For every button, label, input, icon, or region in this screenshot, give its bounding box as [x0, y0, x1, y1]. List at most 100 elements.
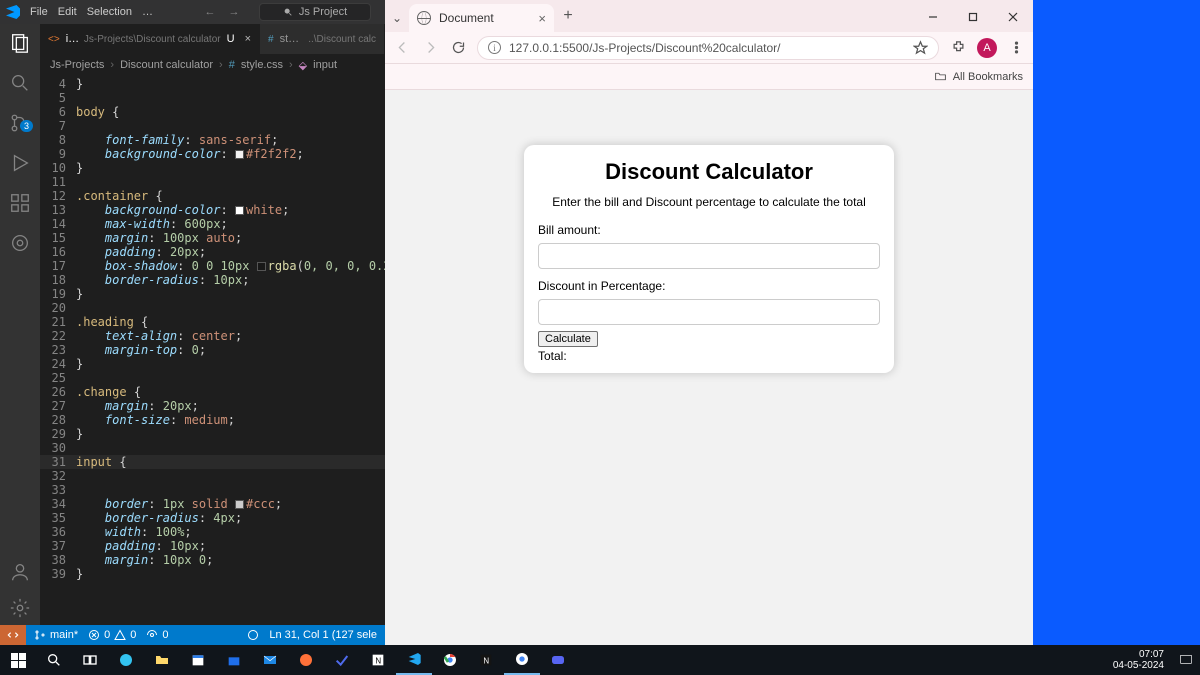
code-line[interactable]: 12.container { [40, 189, 385, 203]
status-branch[interactable]: main* [34, 629, 78, 641]
discord-icon[interactable] [540, 645, 576, 675]
code-line[interactable]: 5 [40, 91, 385, 105]
feedback-icon[interactable] [247, 629, 259, 641]
code-line[interactable]: 14 max-width: 600px; [40, 217, 385, 231]
live-server-icon[interactable] [9, 232, 31, 254]
code-line[interactable]: 29} [40, 427, 385, 441]
code-line[interactable]: 15 margin: 100px auto; [40, 231, 385, 245]
code-line[interactable]: 30 [40, 441, 385, 455]
desktop-background[interactable] [1033, 0, 1200, 645]
notifications-icon[interactable] [1176, 652, 1196, 668]
editor-tab[interactable]: #style.css..\Discount calc [260, 24, 385, 54]
explorer-icon[interactable] [9, 32, 31, 54]
gear-icon[interactable] [9, 597, 31, 619]
reload-icon[interactable] [449, 39, 467, 57]
mail-icon[interactable] [252, 645, 288, 675]
code-line[interactable]: 17 box-shadow: 0 0 10px rgba(0, 0, 0, 0.… [40, 259, 385, 273]
obsidian-icon[interactable]: N [468, 645, 504, 675]
code-line[interactable]: 33 [40, 483, 385, 497]
forward-icon[interactable] [421, 39, 439, 57]
code-editor[interactable]: 4}56body {78 font-family: sans-serif;9 b… [40, 76, 385, 625]
kebab-menu-icon[interactable] [1007, 39, 1025, 57]
code-line[interactable]: 23 margin-top: 0; [40, 343, 385, 357]
code-line[interactable]: 6body { [40, 105, 385, 119]
code-line[interactable]: 34 border: 1px solid #ccc; [40, 497, 385, 511]
code-line[interactable]: 13 background-color: white; [40, 203, 385, 217]
code-line[interactable]: 38 margin: 10px 0; [40, 553, 385, 567]
site-info-icon[interactable]: i [488, 41, 501, 54]
chrome-running-icon[interactable] [504, 645, 540, 675]
browser-tab[interactable]: Document × [409, 4, 554, 32]
close-tab-icon[interactable]: × [538, 11, 546, 26]
menu-selection[interactable]: Selection [87, 6, 132, 18]
code-line[interactable]: 10} [40, 161, 385, 175]
maximize-icon[interactable] [953, 2, 993, 32]
discount-input[interactable] [538, 299, 880, 325]
minimize-icon[interactable] [913, 2, 953, 32]
remote-indicator-icon[interactable] [0, 625, 26, 645]
bookmark-star-icon[interactable] [913, 40, 928, 55]
nav-fwd-icon[interactable]: → [227, 6, 241, 18]
all-bookmarks-link[interactable]: All Bookmarks [953, 71, 1023, 83]
code-line[interactable]: 26.change { [40, 385, 385, 399]
calendar-app-icon[interactable] [180, 645, 216, 675]
code-line[interactable]: 31input { [40, 455, 385, 469]
address-bar[interactable]: i 127.0.0.1:5500/Js-Projects/Discount%20… [477, 36, 939, 60]
taskbar-search-icon[interactable] [36, 645, 72, 675]
code-line[interactable]: 32 [40, 469, 385, 483]
calculate-button[interactable]: Calculate [538, 331, 598, 347]
code-line[interactable]: 28 font-size: medium; [40, 413, 385, 427]
code-line[interactable]: 18 border-radius: 10px; [40, 273, 385, 287]
command-center[interactable]: Js Project [259, 3, 371, 21]
nav-back-icon[interactable]: ← [203, 6, 217, 18]
code-line[interactable]: 7 [40, 119, 385, 133]
code-line[interactable]: 8 font-family: sans-serif; [40, 133, 385, 147]
code-line[interactable]: 37 padding: 10px; [40, 539, 385, 553]
file-explorer-icon[interactable] [144, 645, 180, 675]
code-line[interactable]: 36 width: 100%; [40, 525, 385, 539]
account-icon[interactable] [9, 561, 31, 583]
menu-edit[interactable]: Edit [58, 6, 77, 18]
taskbar-clock[interactable]: 07:07 04-05-2024 [1107, 649, 1170, 671]
code-line[interactable]: 27 margin: 20px; [40, 399, 385, 413]
editor-tab[interactable]: <>index.htmlJs-Projects\Discount calcula… [40, 24, 260, 54]
code-line[interactable]: 11 [40, 175, 385, 189]
code-line[interactable]: 25 [40, 371, 385, 385]
status-problems[interactable]: 0 0 [88, 629, 136, 641]
back-icon[interactable] [393, 39, 411, 57]
store-icon[interactable] [216, 645, 252, 675]
code-line[interactable]: 24} [40, 357, 385, 371]
close-icon[interactable] [993, 2, 1033, 32]
status-ports[interactable]: 0 [146, 629, 168, 641]
notion-icon[interactable]: N [360, 645, 396, 675]
vscode-taskbar-icon[interactable] [396, 645, 432, 675]
close-tab-icon[interactable]: × [245, 33, 251, 45]
bill-input[interactable] [538, 243, 880, 269]
code-line[interactable]: 35 border-radius: 4px; [40, 511, 385, 525]
new-tab-button[interactable]: + [554, 7, 582, 25]
code-line[interactable]: 22 text-align: center; [40, 329, 385, 343]
profile-avatar[interactable]: A [977, 38, 997, 58]
tab-search-icon[interactable]: ⌄ [385, 4, 409, 32]
code-line[interactable]: 20 [40, 301, 385, 315]
breadcrumbs[interactable]: Js-Projects› Discount calculator› # styl… [40, 54, 385, 76]
search-icon[interactable] [9, 72, 31, 94]
code-line[interactable]: 21.heading { [40, 315, 385, 329]
start-button[interactable] [0, 645, 36, 675]
status-cursor[interactable]: Ln 31, Col 1 (127 sele [269, 629, 377, 641]
firefox-icon[interactable] [288, 645, 324, 675]
menu-file[interactable]: File [30, 6, 48, 18]
run-debug-icon[interactable] [9, 152, 31, 174]
chrome-icon[interactable] [432, 645, 468, 675]
code-line[interactable]: 39} [40, 567, 385, 581]
task-view-icon[interactable] [72, 645, 108, 675]
menu-overflow[interactable]: … [142, 6, 153, 18]
code-line[interactable]: 16 padding: 20px; [40, 245, 385, 259]
edge-icon[interactable] [108, 645, 144, 675]
code-line[interactable]: 4} [40, 77, 385, 91]
extensions-puzzle-icon[interactable] [949, 39, 967, 57]
extensions-icon[interactable] [9, 192, 31, 214]
code-line[interactable]: 19} [40, 287, 385, 301]
todo-icon[interactable] [324, 645, 360, 675]
code-line[interactable]: 9 background-color: #f2f2f2; [40, 147, 385, 161]
